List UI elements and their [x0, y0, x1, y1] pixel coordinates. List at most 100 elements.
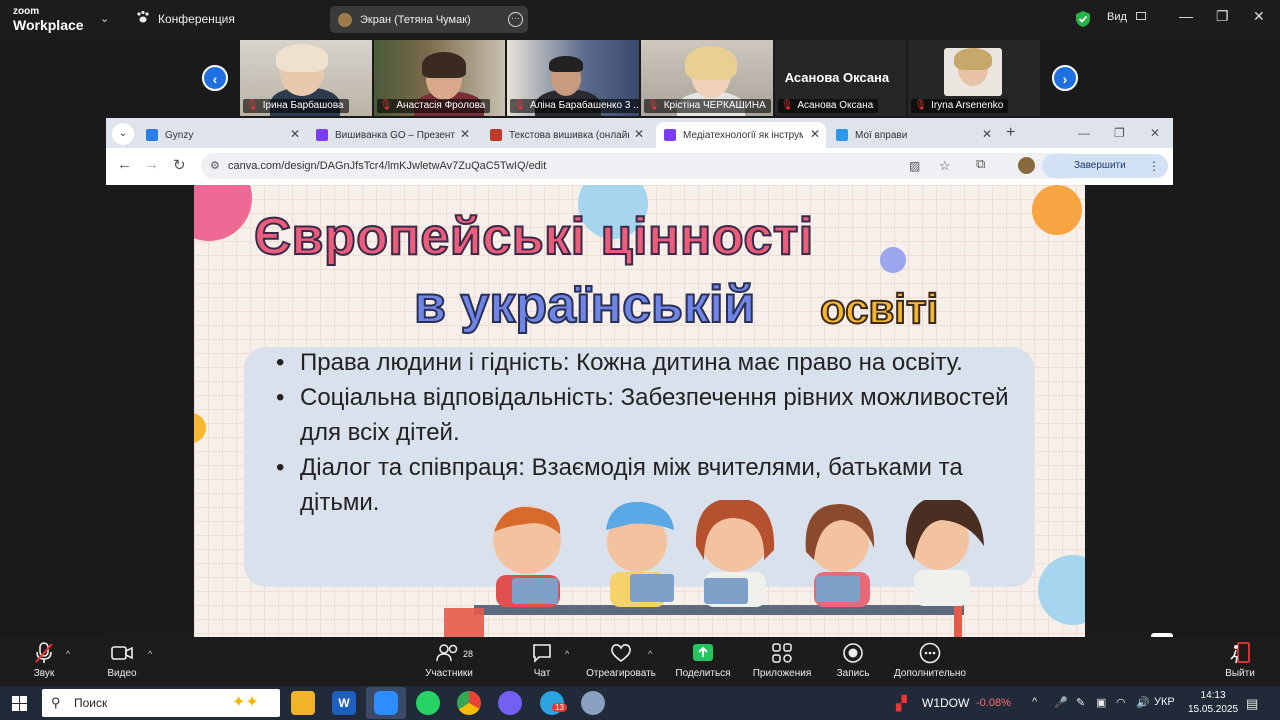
wifi-icon[interactable]: ◠ — [1116, 696, 1126, 709]
browser-tab[interactable]: Мої вправи ✕ — [828, 122, 998, 148]
close-icon[interactable]: ✕ — [1253, 8, 1265, 25]
audio-options-caret-icon[interactable]: ^ — [66, 649, 70, 659]
more-button[interactable]: Дополнительно — [890, 641, 970, 679]
windows-start-icon[interactable] — [12, 696, 27, 716]
chrome-icon[interactable] — [457, 691, 481, 715]
next-participants-button[interactable]: › — [1052, 65, 1078, 91]
whatsapp-icon[interactable] — [416, 691, 440, 715]
tab-close-icon[interactable]: ✕ — [982, 127, 992, 141]
file-explorer-icon[interactable] — [291, 691, 315, 715]
prev-participants-button[interactable]: ‹ — [202, 65, 228, 91]
word-icon[interactable]: W — [332, 691, 356, 715]
react-button[interactable]: Отреагировать — [584, 641, 658, 679]
system-clock[interactable]: 14:13 15.05.2025 — [1188, 689, 1238, 717]
address-bar-row: ← → ↻ ⚙ canva.com/design/DAGnJfsTcr4/lmK… — [106, 148, 1173, 195]
tray-pen-icon[interactable]: ✎ — [1076, 696, 1085, 709]
participant-tile[interactable]: Асанова Оксана 🎙 Асанова Оксана — [774, 40, 907, 116]
browser-tab-active[interactable]: Медіатехнології як інструме ✕ — [656, 122, 826, 148]
forward-icon[interactable]: → — [144, 156, 159, 173]
kebab-menu-icon[interactable]: ⋮ — [1148, 154, 1160, 178]
participant-name-tag: 🎙 Анастасія Фролова — [376, 99, 491, 113]
minimize-icon[interactable]: — — [1179, 8, 1193, 24]
tab-close-icon[interactable]: ✕ — [290, 127, 300, 141]
more-dots-icon — [890, 641, 970, 665]
tab-close-icon[interactable]: ✕ — [460, 127, 470, 141]
tab-title: Gynzy — [165, 129, 194, 141]
tab-close-icon[interactable]: ✕ — [634, 127, 644, 141]
zoom-logo-line2: Workplace — [13, 17, 84, 33]
back-icon[interactable]: ← — [117, 156, 132, 173]
browser-tab[interactable]: Вишиванка GO – Презентаці ✕ — [308, 122, 476, 148]
tab-title: Мої вправи — [855, 129, 908, 141]
site-info-icon[interactable]: ⚙ — [210, 153, 220, 179]
participant-tile[interactable]: 🎙 Аліна Барабашенко 3 ... — [507, 40, 640, 116]
chat-options-caret-icon[interactable]: ^ — [565, 649, 569, 659]
tab-favicon-icon — [316, 129, 328, 141]
telegram-badge: 13 — [552, 703, 567, 712]
audio-button[interactable]: Звук — [26, 641, 62, 679]
participant-tile[interactable]: 🎙 Крістіна ЧЕРКАШИНА — [641, 40, 773, 116]
apps-button[interactable]: Приложения — [750, 641, 814, 679]
zoom-top-bar: zoom Workplace ⌄ Конференция Экран (Тетя… — [0, 0, 1280, 38]
chat-button[interactable]: Чат — [528, 641, 556, 679]
bookmark-star-icon[interactable]: ☆ — [939, 153, 951, 179]
more-options-icon[interactable]: ··· — [508, 12, 523, 27]
screen-share-indicator[interactable]: Экран (Тетяна Чумак) ··· — [330, 6, 528, 33]
browser-close-icon[interactable]: ✕ — [1150, 126, 1160, 140]
profile-avatar[interactable] — [1018, 157, 1035, 174]
browser-minimize-icon[interactable]: — — [1078, 126, 1090, 140]
finish-update-button[interactable]: Завершити оновлення ⋮ — [1018, 154, 1168, 195]
tab-favicon-icon — [664, 129, 676, 141]
new-tab-icon[interactable]: + — [1006, 124, 1015, 142]
participant-name-tag: 🎙 Аліна Барабашенко 3 ... — [510, 99, 640, 113]
shield-check-icon[interactable] — [1075, 10, 1091, 33]
participant-tile[interactable]: 🎙 Ірина Барбашова — [240, 40, 372, 116]
tab-search-icon[interactable]: ⌄ — [112, 123, 134, 145]
stock-chart-icon: ▞ — [896, 695, 907, 711]
app-icon[interactable] — [581, 691, 605, 715]
tab-close-icon[interactable]: ✕ — [810, 127, 820, 141]
video-button[interactable]: Видео — [102, 641, 142, 679]
conference-button[interactable]: Конференция — [136, 10, 235, 27]
browser-restore-icon[interactable]: ❐ — [1114, 126, 1125, 140]
reload-icon[interactable]: ↻ — [173, 156, 186, 174]
cast-off-icon[interactable]: ▨ — [909, 153, 920, 179]
participant-tile[interactable]: 🎙 Анастасія Фролова — [373, 40, 506, 116]
leave-label: Выйти — [1225, 668, 1255, 679]
participants-button[interactable]: Участники — [420, 641, 478, 679]
leave-button[interactable]: Выйти — [1222, 641, 1258, 679]
zoom-app-active[interactable] — [366, 687, 406, 719]
heart-icon — [584, 641, 658, 665]
volume-icon[interactable]: 🔊 — [1136, 696, 1150, 709]
apps-icon — [750, 641, 814, 665]
restore-icon[interactable]: ❐ — [1216, 8, 1229, 25]
tray-chevron-icon[interactable]: ^ — [1032, 696, 1037, 708]
participant-name: Анастасія Фролова — [396, 100, 486, 111]
view-button[interactable]: Вид — [1107, 11, 1146, 23]
taskbar-search-box[interactable]: ⚲ Поиск ✦✦ — [42, 689, 280, 717]
telegram-icon[interactable]: 13 — [540, 691, 567, 715]
browser-tab[interactable]: Текстова вишивка (онлайн) ✕ — [482, 122, 650, 148]
stock-ticker[interactable]: W1DOW — [922, 696, 969, 710]
tray-device-icon[interactable]: ▣ — [1096, 696, 1106, 709]
notifications-icon[interactable]: ▤ — [1246, 696, 1258, 712]
share-screen-button[interactable]: Поделиться — [672, 641, 734, 679]
react-options-caret-icon[interactable]: ^ — [648, 649, 652, 659]
tray-mic-icon[interactable]: 🎤 — [1054, 696, 1068, 709]
extensions-icon[interactable]: ⧉ — [976, 156, 985, 172]
record-label: Запись — [836, 668, 870, 679]
copilot-sparkle-icon[interactable]: ✦✦ — [232, 689, 259, 717]
tab-title: Текстова вишивка (онлайн) — [509, 129, 629, 141]
search-placeholder: Поиск — [74, 696, 108, 710]
chevron-down-icon[interactable]: ⌄ — [100, 12, 109, 25]
participant-tile[interactable]: 🎙 Iryna Arsenenko — [908, 40, 1041, 116]
bullet-item: Соціальна відповідальність: Забезпечення… — [272, 380, 1032, 450]
viber-icon[interactable] — [498, 691, 522, 715]
chat-icon — [528, 641, 556, 665]
url-field[interactable]: ⚙ canva.com/design/DAGnJfsTcr4/lmKJwletw… — [201, 153, 1081, 179]
record-button[interactable]: Запись — [834, 641, 872, 679]
video-options-caret-icon[interactable]: ^ — [148, 649, 152, 659]
language-indicator[interactable]: УКР — [1154, 696, 1175, 708]
zoom-logo[interactable]: zoom Workplace — [13, 7, 84, 33]
browser-tab[interactable]: Gynzy ✕ — [138, 122, 306, 148]
